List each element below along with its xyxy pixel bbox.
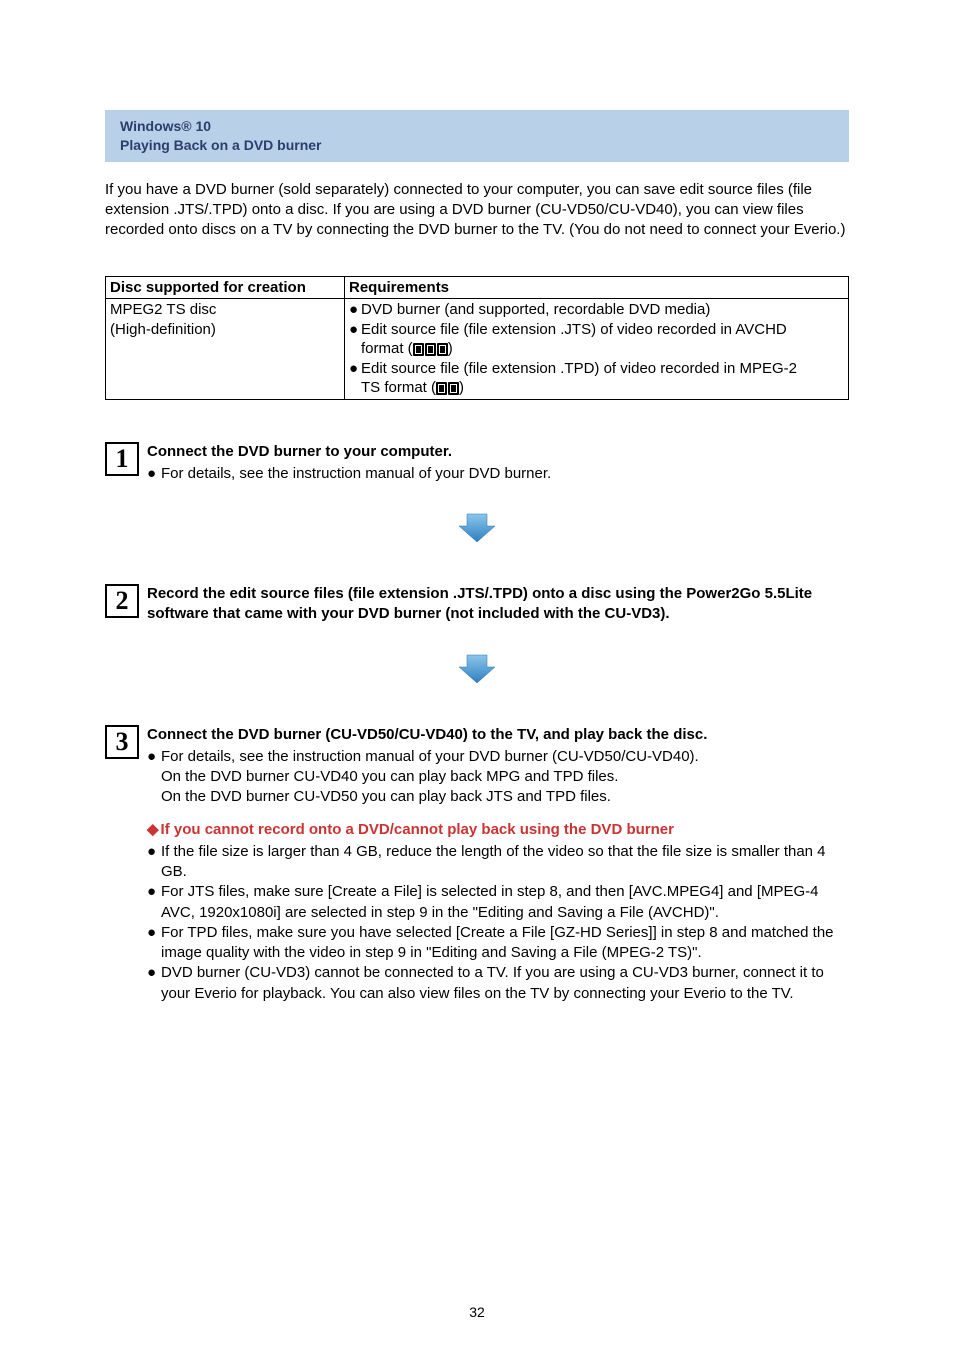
cannot-b1: If the file size is larger than 4 GB, re…	[161, 842, 849, 883]
avchd-icon	[413, 343, 448, 356]
cannot-b4: DVD burner (CU-VD3) cannot be connected …	[161, 963, 849, 1004]
down-arrow-icon	[457, 653, 497, 685]
req3: Edit source file (file extension .TPD) o…	[361, 359, 797, 398]
step-3-text: For details, see the instruction manual …	[161, 747, 699, 808]
cannot-header: If you cannot record onto a DVD/cannot p…	[147, 820, 849, 840]
disc-line1: MPEG2 TS disc	[110, 301, 216, 318]
step-3-title: Connect the DVD burner (CU-VD50/CU-VD40)…	[147, 725, 849, 745]
section-header: Windows® 10 Playing Back on a DVD burner	[105, 110, 849, 162]
step-2-title: Record the edit source files (file exten…	[147, 584, 849, 625]
req2: Edit source file (file extension .JTS) o…	[361, 320, 787, 359]
step-1: 1 Connect the DVD burner to your compute…	[105, 442, 849, 485]
page-number: 32	[0, 1304, 954, 1320]
cannot-b3: For TPD files, make sure you have select…	[161, 923, 849, 964]
td-requirements: ●DVD burner (and supported, recordable D…	[345, 299, 849, 400]
mpeg2-icon	[436, 382, 459, 395]
arrow-1	[105, 512, 849, 548]
td-disc: MPEG2 TS disc (High-definition)	[106, 299, 345, 400]
th-requirements: Requirements	[345, 276, 849, 299]
step-1-number: 1	[105, 442, 139, 476]
disc-line2: (High-definition)	[110, 321, 216, 338]
requirements-table: Disc supported for creation Requirements…	[105, 276, 849, 400]
cannot-b2: For JTS files, make sure [Create a File]…	[161, 882, 849, 923]
step-1-text: For details, see the instruction manual …	[161, 464, 551, 484]
down-arrow-icon	[457, 512, 497, 544]
th-disc: Disc supported for creation	[106, 276, 345, 299]
req1: DVD burner (and supported, recordable DV…	[361, 300, 710, 320]
arrow-2	[105, 653, 849, 689]
header-title: Playing Back on a DVD burner	[120, 136, 839, 155]
step-3: 3 Connect the DVD burner (CU-VD50/CU-VD4…	[105, 725, 849, 1004]
intro-text: If you have a DVD burner (sold separatel…	[105, 180, 849, 241]
header-product: Windows® 10	[120, 117, 839, 136]
step-2: 2 Record the edit source files (file ext…	[105, 584, 849, 625]
step-3-number: 3	[105, 725, 139, 759]
step-1-title: Connect the DVD burner to your computer.	[147, 442, 849, 462]
step-2-number: 2	[105, 584, 139, 618]
